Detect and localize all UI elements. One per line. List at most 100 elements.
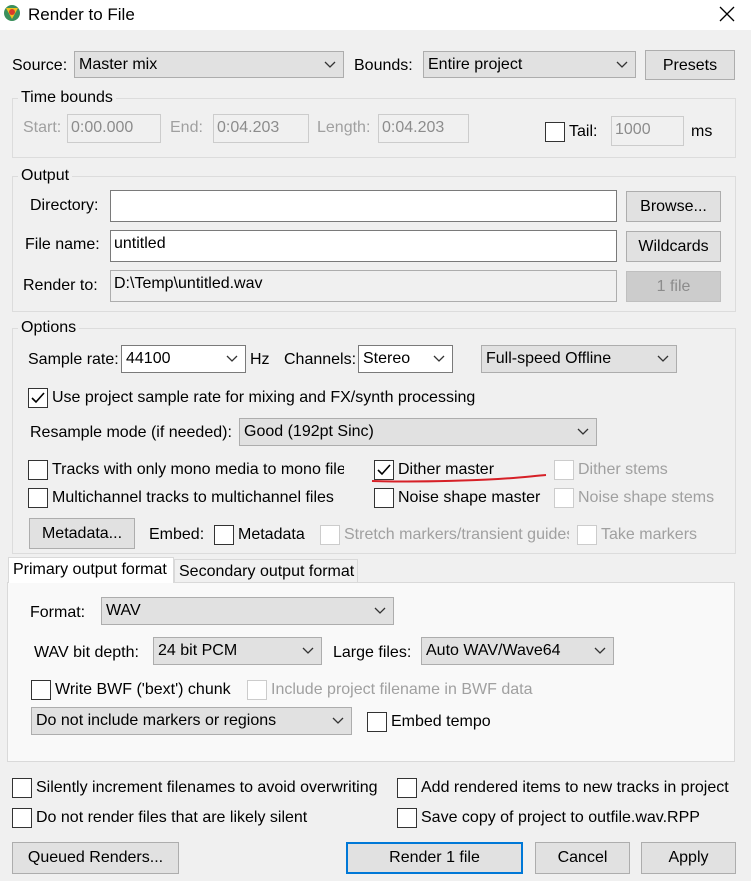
tab-primary-output-format[interactable]: Primary output format xyxy=(8,557,174,583)
end-label: End: xyxy=(170,119,203,136)
render-button[interactable]: Render 1 file xyxy=(346,842,523,874)
chevron-down-icon xyxy=(302,647,314,654)
chevron-down-icon xyxy=(657,355,669,362)
format-value: WAV xyxy=(106,602,141,619)
mono-tracks-checkbox[interactable] xyxy=(28,460,48,480)
source-dropdown[interactable]: Master mix xyxy=(74,51,344,78)
bit-depth-value: 24 bit PCM xyxy=(158,642,238,659)
format-label: Format: xyxy=(30,604,86,621)
no-silent-label: Do not render files that are likely sile… xyxy=(36,809,308,826)
start-label: Start: xyxy=(23,119,62,136)
apply-button[interactable]: Apply xyxy=(641,842,736,874)
tail-field[interactable]: 1000 xyxy=(611,116,684,146)
include-filename-checkbox xyxy=(247,680,267,700)
bit-depth-dropdown[interactable]: 24 bit PCM xyxy=(153,637,322,665)
filename-label: File name: xyxy=(25,236,100,253)
checkmark-icon xyxy=(31,392,45,404)
save-copy-label: Save copy of project to outfile.wav.RPP xyxy=(421,809,700,826)
add-rendered-label: Add rendered items to new tracks in proj… xyxy=(421,779,729,796)
noise-shape-stems-checkbox xyxy=(554,488,574,508)
reaper-logo-icon xyxy=(4,5,20,21)
length-field: 0:04.203 xyxy=(378,114,469,143)
sample-rate-label: Sample rate: xyxy=(28,351,119,368)
add-rendered-checkbox[interactable] xyxy=(397,778,417,798)
source-label: Source: xyxy=(12,57,68,74)
multichannel-label: Multichannel tracks to multichannel file… xyxy=(52,489,334,506)
chevron-down-icon xyxy=(374,607,386,614)
sample-rate-value: 44100 xyxy=(126,350,171,367)
wildcards-button[interactable]: Wildcards xyxy=(626,231,721,262)
large-files-dropdown[interactable]: Auto WAV/Wave64 xyxy=(421,637,614,665)
bounds-label: Bounds: xyxy=(354,57,413,74)
chevron-down-icon xyxy=(594,647,606,654)
cancel-button[interactable]: Cancel xyxy=(535,842,630,874)
end-field: 0:04.203 xyxy=(213,114,309,143)
use-project-rate-checkbox[interactable] xyxy=(28,388,48,408)
bounds-value: Entire project xyxy=(428,56,523,73)
large-files-value: Auto WAV/Wave64 xyxy=(426,642,561,659)
embed-label: Embed: xyxy=(149,526,205,543)
embed-metadata-checkbox[interactable] xyxy=(214,525,234,545)
dither-stems-checkbox xyxy=(554,460,574,480)
sample-rate-dropdown[interactable]: 44100 xyxy=(121,345,246,373)
speed-dropdown[interactable]: Full-speed Offline xyxy=(481,345,677,373)
mono-tracks-label: Tracks with only mono media to mono file… xyxy=(52,461,344,478)
channels-value: Stereo xyxy=(363,350,411,367)
window-title: Render to File xyxy=(28,5,135,24)
time-bounds-label: Time bounds xyxy=(18,88,116,108)
render-to-label: Render to: xyxy=(23,277,98,294)
bwf-checkbox[interactable] xyxy=(31,680,51,700)
bounds-dropdown[interactable]: Entire project xyxy=(423,51,636,78)
title-bar: Render to File xyxy=(0,0,751,30)
include-filename-label: Include project filename in BWF data xyxy=(271,681,533,698)
channels-dropdown[interactable]: Stereo xyxy=(358,345,453,373)
directory-input[interactable] xyxy=(110,190,617,222)
output-label: Output xyxy=(18,166,73,186)
save-copy-checkbox[interactable] xyxy=(397,808,417,828)
noise-shape-master-checkbox[interactable] xyxy=(374,488,394,508)
render-to-field: D:\Temp\untitled.wav xyxy=(110,270,617,302)
silent-increment-label: Silently increment filenames to avoid ov… xyxy=(36,779,378,796)
silent-increment-checkbox[interactable] xyxy=(12,778,32,798)
no-silent-checkbox[interactable] xyxy=(12,808,32,828)
markers-value: Do not include markers or regions xyxy=(36,712,277,729)
start-field: 0:00.000 xyxy=(67,114,161,143)
chevron-down-icon xyxy=(332,717,344,724)
take-markers-checkbox xyxy=(577,525,597,545)
embed-metadata-label: Metadata xyxy=(238,526,305,543)
chevron-down-icon xyxy=(226,355,238,362)
bwf-label: Write BWF ('bext') chunk xyxy=(55,681,231,698)
tab-secondary-output-format[interactable]: Secondary output format xyxy=(174,559,358,583)
use-project-rate-label: Use project sample rate for mixing and F… xyxy=(52,389,476,406)
browse-button[interactable]: Browse... xyxy=(626,191,721,222)
dither-stems-label: Dither stems xyxy=(578,461,668,478)
file-count-button: 1 file xyxy=(626,271,721,302)
take-markers-label: Take markers xyxy=(601,526,698,543)
queued-renders-button[interactable]: Queued Renders... xyxy=(12,842,179,874)
resample-label: Resample mode (if needed): xyxy=(30,424,232,441)
close-icon[interactable] xyxy=(719,6,735,22)
stretch-markers-checkbox xyxy=(320,525,340,545)
tail-label: Tail: xyxy=(569,123,598,140)
format-dropdown[interactable]: WAV xyxy=(101,597,394,625)
large-files-label: Large files: xyxy=(333,644,412,661)
noise-shape-master-label: Noise shape master xyxy=(398,489,541,506)
channels-label: Channels: xyxy=(284,351,357,368)
filename-input[interactable]: untitled xyxy=(110,230,617,262)
metadata-button[interactable]: Metadata... xyxy=(29,518,135,549)
hz-label: Hz xyxy=(250,351,270,368)
resample-dropdown[interactable]: Good (192pt Sinc) xyxy=(239,418,597,446)
tail-checkbox[interactable] xyxy=(545,122,565,142)
resample-value: Good (192pt Sinc) xyxy=(244,423,374,440)
length-label: Length: xyxy=(317,119,371,136)
directory-label: Directory: xyxy=(30,197,99,214)
stretch-markers-label: Stretch markers/transient guides xyxy=(344,526,569,543)
chevron-down-icon xyxy=(433,355,445,362)
chevron-down-icon xyxy=(616,61,628,68)
presets-button[interactable]: Presets xyxy=(645,50,735,80)
speed-value: Full-speed Offline xyxy=(486,350,612,367)
multichannel-checkbox[interactable] xyxy=(28,488,48,508)
markers-dropdown[interactable]: Do not include markers or regions xyxy=(31,707,352,735)
embed-tempo-checkbox[interactable] xyxy=(367,712,387,732)
chevron-down-icon xyxy=(577,428,589,435)
